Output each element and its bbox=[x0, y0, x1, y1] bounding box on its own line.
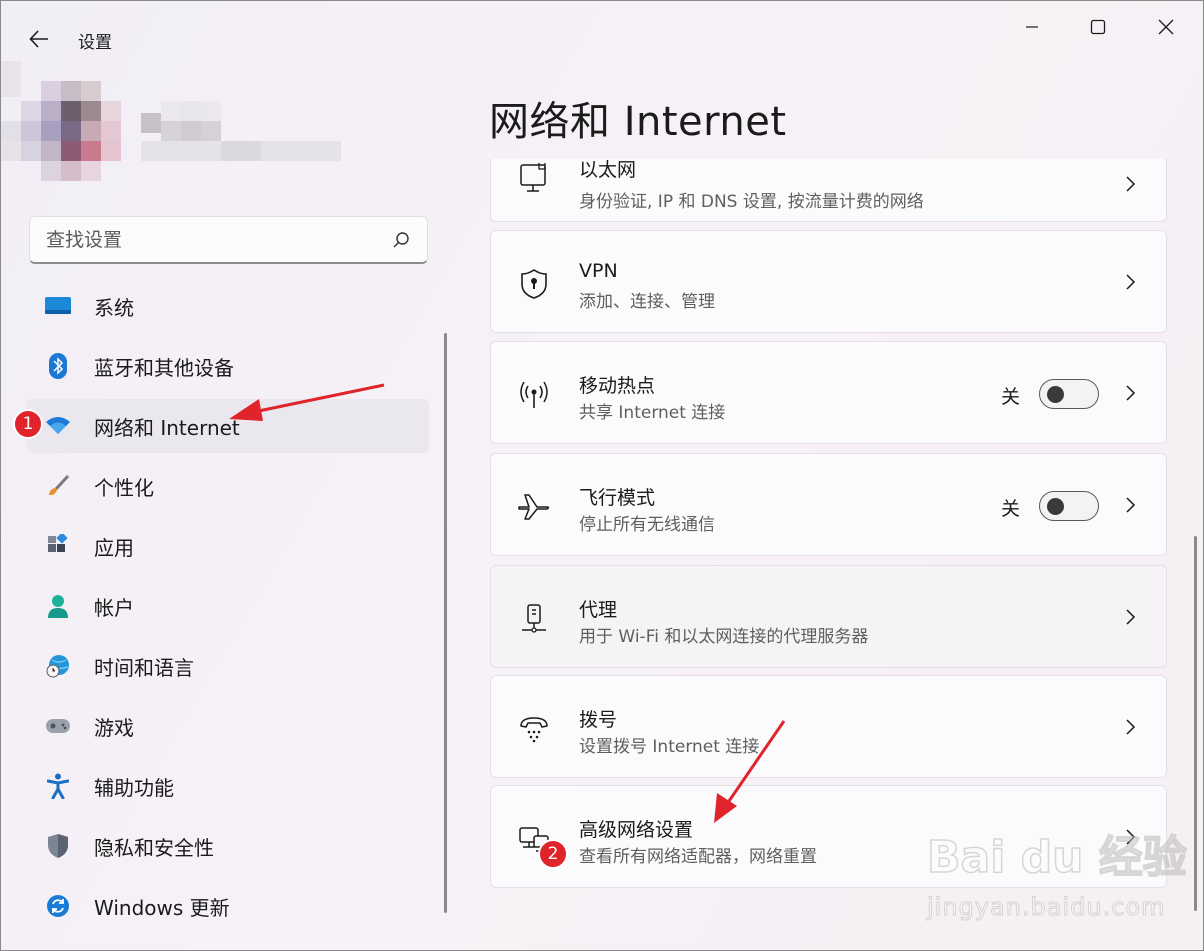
user-profile[interactable] bbox=[1, 61, 351, 191]
sidebar-item-apps[interactable]: 应用 bbox=[27, 519, 429, 573]
card-title: 代理 bbox=[579, 599, 618, 621]
brush-icon bbox=[45, 473, 71, 499]
card-vpn[interactable]: VPN 添加、连接、管理 bbox=[490, 230, 1167, 333]
chevron-right-icon bbox=[1126, 719, 1136, 735]
sidebar-scrollbar[interactable] bbox=[444, 333, 447, 913]
search-icon[interactable] bbox=[391, 230, 411, 250]
sidebar-item-system[interactable]: 系统 bbox=[27, 279, 429, 333]
chevron-right-icon bbox=[1126, 609, 1136, 625]
back-button[interactable] bbox=[21, 23, 57, 55]
sidebar-item-label: Windows 更新 bbox=[94, 895, 230, 920]
toggle-state-label: 关 bbox=[1001, 498, 1021, 520]
account-icon bbox=[45, 593, 71, 619]
sidebar-item-label: 应用 bbox=[94, 535, 134, 560]
bluetooth-icon bbox=[45, 353, 71, 379]
annotation-badge-1: 1 bbox=[13, 409, 43, 439]
back-arrow-icon bbox=[29, 30, 48, 48]
card-title: 移动热点 bbox=[579, 375, 656, 397]
ethernet-icon bbox=[517, 161, 551, 195]
airplane-mode-toggle[interactable] bbox=[1039, 491, 1099, 521]
settings-window: 设置 查找设置 系统 蓝牙和其他设备 网络和 Internet 个性化 应用 帐… bbox=[0, 0, 1204, 951]
search-box bbox=[29, 216, 428, 264]
card-subtitle: 查看所有网络适配器，网络重置 bbox=[579, 847, 817, 867]
sidebar-item-label: 网络和 Internet bbox=[94, 415, 240, 440]
sidebar-item-bluetooth[interactable]: 蓝牙和其他设备 bbox=[27, 339, 429, 393]
card-dialup[interactable]: 拨号 设置拨号 Internet 连接 bbox=[490, 675, 1167, 778]
sidebar-item-label: 帐户 bbox=[94, 595, 134, 620]
sidebar-item-privacy[interactable]: 隐私和安全性 bbox=[27, 819, 429, 873]
monitor-icon bbox=[45, 293, 71, 319]
sidebar-nav: 系统 蓝牙和其他设备 网络和 Internet 个性化 应用 帐户 时间和语言 … bbox=[27, 279, 429, 939]
card-title: 高级网络设置 bbox=[579, 819, 694, 841]
apps-icon bbox=[45, 533, 71, 559]
sidebar-item-windows-update[interactable]: Windows 更新 bbox=[27, 879, 429, 933]
card-subtitle: 停止所有无线通信 bbox=[579, 515, 715, 535]
card-proxy[interactable]: 代理 用于 Wi-Fi 和以太网连接的代理服务器 bbox=[490, 565, 1167, 668]
sidebar-item-label: 隐私和安全性 bbox=[94, 835, 214, 860]
card-ethernet[interactable]: 以太网 身份验证, IP 和 DNS 设置, 按流量计费的网络 bbox=[490, 159, 1167, 222]
proxy-icon bbox=[517, 602, 551, 636]
card-mobile-hotspot[interactable]: 移动热点 共享 Internet 连接 关 bbox=[490, 341, 1167, 444]
chevron-right-icon bbox=[1126, 274, 1136, 290]
sidebar-item-accounts[interactable]: 帐户 bbox=[27, 579, 429, 633]
sidebar-item-accessibility[interactable]: 辅助功能 bbox=[27, 759, 429, 813]
card-subtitle: 身份验证, IP 和 DNS 设置, 按流量计费的网络 bbox=[579, 192, 924, 212]
card-subtitle: 添加、连接、管理 bbox=[579, 292, 715, 312]
vpn-shield-icon bbox=[517, 267, 551, 301]
sidebar-item-label: 游戏 bbox=[94, 715, 134, 740]
card-subtitle: 共享 Internet 连接 bbox=[579, 403, 726, 423]
toggle-state-label: 关 bbox=[1001, 386, 1021, 408]
dialup-icon bbox=[517, 712, 551, 746]
maximize-button[interactable] bbox=[1075, 9, 1121, 45]
card-airplane-mode[interactable]: 飞行模式 停止所有无线通信 关 bbox=[490, 453, 1167, 556]
minimize-button[interactable] bbox=[1009, 9, 1055, 45]
sidebar-item-label: 辅助功能 bbox=[94, 775, 174, 800]
globe-clock-icon bbox=[45, 653, 71, 679]
sidebar-item-label: 时间和语言 bbox=[94, 655, 194, 680]
watermark: Bai du 经验 jingyan.baidu.com bbox=[926, 821, 1197, 931]
sidebar-item-personalization[interactable]: 个性化 bbox=[27, 459, 429, 513]
wifi-icon bbox=[45, 413, 71, 439]
app-title: 设置 bbox=[78, 33, 112, 53]
chevron-right-icon bbox=[1126, 385, 1136, 401]
chevron-right-icon bbox=[1126, 497, 1136, 513]
search-input[interactable] bbox=[46, 228, 366, 251]
sidebar-item-label: 系统 bbox=[94, 295, 134, 320]
card-title: 以太网 bbox=[579, 159, 637, 181]
sidebar-item-network[interactable]: 网络和 Internet bbox=[27, 399, 429, 453]
sidebar-item-gaming[interactable]: 游戏 bbox=[27, 699, 429, 753]
hotspot-toggle[interactable] bbox=[1039, 379, 1099, 409]
accessibility-icon bbox=[45, 773, 71, 799]
hotspot-icon bbox=[517, 378, 551, 412]
minimize-icon bbox=[1026, 26, 1038, 28]
toggle-knob bbox=[1047, 386, 1064, 403]
card-subtitle: 用于 Wi-Fi 和以太网连接的代理服务器 bbox=[579, 627, 869, 647]
maximize-icon bbox=[1090, 19, 1106, 35]
toggle-knob bbox=[1047, 498, 1064, 515]
sidebar-item-label: 个性化 bbox=[94, 475, 154, 500]
update-icon bbox=[45, 893, 71, 919]
close-button[interactable] bbox=[1143, 9, 1189, 45]
watermark-url: jingyan.baidu.com bbox=[926, 893, 1166, 922]
gamepad-icon bbox=[45, 713, 71, 739]
annotation-badge-2: 2 bbox=[538, 839, 568, 869]
watermark-logo-text: Bai du 经验 bbox=[926, 831, 1187, 884]
chevron-right-icon bbox=[1126, 176, 1136, 192]
card-title: VPN bbox=[579, 260, 618, 282]
close-icon bbox=[1158, 19, 1174, 35]
card-subtitle: 设置拨号 Internet 连接 bbox=[579, 737, 760, 757]
airplane-icon bbox=[517, 490, 551, 524]
sidebar-item-time-language[interactable]: 时间和语言 bbox=[27, 639, 429, 693]
shield-icon bbox=[45, 833, 71, 859]
card-title: 飞行模式 bbox=[579, 487, 656, 509]
page-title: 网络和 Internet bbox=[489, 99, 787, 145]
sidebar-item-label: 蓝牙和其他设备 bbox=[94, 355, 234, 380]
card-title: 拨号 bbox=[579, 709, 618, 731]
